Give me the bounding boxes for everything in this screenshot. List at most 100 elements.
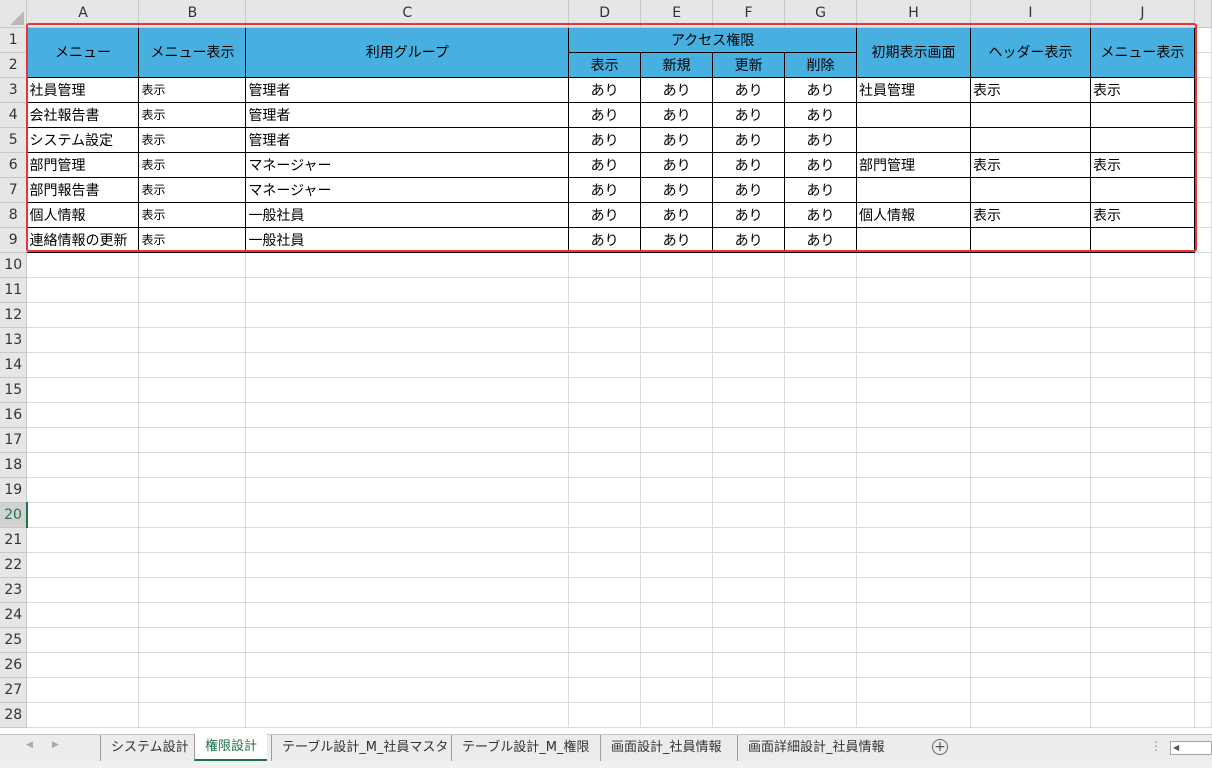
cell[interactable] [712, 327, 786, 353]
cell[interactable] [856, 627, 971, 653]
cell[interactable] [784, 377, 858, 403]
cell-initial-screen[interactable]: 部門管理 [856, 152, 971, 178]
cell[interactable] [784, 302, 858, 328]
cell[interactable] [1194, 477, 1212, 503]
cell[interactable] [1194, 277, 1212, 303]
cell[interactable] [138, 277, 247, 303]
cell[interactable] [26, 527, 140, 553]
sheet-tab[interactable]: テーブル設計_M_社員マスタ [271, 735, 458, 761]
row-header[interactable]: 17 [0, 427, 28, 453]
cell-group[interactable]: 一般社員 [245, 227, 570, 253]
row-header[interactable]: 9 [0, 227, 28, 253]
cell[interactable] [712, 677, 786, 703]
column-header-g[interactable]: G [784, 0, 858, 28]
cell-group[interactable]: マネージャー [245, 177, 570, 203]
cell[interactable] [26, 477, 140, 503]
row-header[interactable]: 26 [0, 652, 28, 678]
cell-menu[interactable]: 部門管理 [26, 152, 140, 178]
column-header-a[interactable]: A [26, 0, 140, 28]
cell[interactable] [784, 477, 858, 503]
cell[interactable] [856, 352, 971, 378]
cell[interactable] [640, 627, 714, 653]
cell[interactable] [245, 602, 570, 628]
row-header[interactable]: 18 [0, 452, 28, 478]
cell-access-update[interactable]: あり [712, 202, 786, 228]
cell[interactable] [26, 377, 140, 403]
cell-access-delete[interactable]: あり [784, 77, 858, 103]
cell[interactable] [856, 252, 971, 278]
cell-menu-display[interactable]: 表示 [138, 152, 247, 178]
cell[interactable] [568, 302, 642, 328]
cell[interactable] [640, 652, 714, 678]
cell[interactable] [1090, 427, 1195, 453]
cell-menu-display-2[interactable] [1089, 177, 1195, 203]
cell[interactable] [568, 427, 642, 453]
cell-access-update[interactable]: あり [712, 227, 786, 253]
cell[interactable] [784, 627, 858, 653]
cell[interactable] [245, 702, 570, 728]
cell[interactable] [640, 477, 714, 503]
cell[interactable] [138, 477, 247, 503]
cell-header-display[interactable] [969, 177, 1091, 203]
cell[interactable] [245, 652, 570, 678]
row-header[interactable]: 13 [0, 327, 28, 353]
cell[interactable] [568, 552, 642, 578]
cell-menu-display-2[interactable] [1089, 227, 1195, 253]
cell-menu-display[interactable]: 表示 [138, 227, 247, 253]
cell-menu-display-2[interactable] [1089, 102, 1195, 128]
cell[interactable] [1090, 652, 1195, 678]
row-header[interactable]: 11 [0, 277, 28, 303]
cell[interactable] [138, 252, 247, 278]
cell[interactable] [784, 652, 858, 678]
cell[interactable] [712, 427, 786, 453]
cell[interactable] [1194, 202, 1212, 228]
column-header-j[interactable]: J [1090, 0, 1195, 28]
cell[interactable] [784, 527, 858, 553]
cell[interactable] [640, 702, 714, 728]
cell-menu-display-2[interactable]: 表示 [1089, 202, 1195, 228]
horizontal-scrollbar[interactable]: ◀ [1170, 741, 1212, 755]
cell[interactable] [1194, 652, 1212, 678]
cell[interactable] [1090, 302, 1195, 328]
cell[interactable] [712, 627, 786, 653]
cell[interactable] [1090, 477, 1195, 503]
cell-access-update[interactable]: あり [712, 177, 786, 203]
column-header-e[interactable]: E [640, 0, 714, 28]
cell[interactable] [245, 552, 570, 578]
cell[interactable] [245, 527, 570, 553]
cell[interactable] [712, 302, 786, 328]
cell-access-delete[interactable]: あり [784, 202, 858, 228]
column-header-h[interactable]: H [856, 0, 971, 28]
cell[interactable] [1090, 677, 1195, 703]
cell[interactable] [1194, 627, 1212, 653]
cell[interactable] [138, 602, 247, 628]
cell[interactable] [712, 477, 786, 503]
cell-header-display[interactable]: 表示 [969, 202, 1091, 228]
cell[interactable] [1194, 552, 1212, 578]
cell[interactable] [138, 502, 247, 528]
sheet-tab[interactable]: 画面詳細設計_社員情報 [737, 735, 895, 761]
cell[interactable] [856, 577, 971, 603]
spreadsheet-grid[interactable]: A B C D E F G H I J 1 メニュー メニュー表示 利用グループ… [0, 0, 1212, 728]
column-header-i[interactable]: I [970, 0, 1091, 28]
cell-access-delete[interactable]: あり [784, 102, 858, 128]
row-header[interactable]: 20 [0, 502, 28, 528]
cell-access-delete[interactable]: あり [784, 227, 858, 253]
cell[interactable] [856, 277, 971, 303]
cell[interactable] [970, 377, 1091, 403]
header-access-update[interactable]: 更新 [712, 51, 786, 78]
cell[interactable] [138, 577, 247, 603]
cell[interactable] [568, 252, 642, 278]
cell[interactable] [138, 327, 247, 353]
cell[interactable] [640, 677, 714, 703]
cell-menu-display-2[interactable]: 表示 [1089, 152, 1195, 178]
cell[interactable] [784, 577, 858, 603]
cell-access-view[interactable]: あり [568, 177, 642, 203]
cell[interactable] [1194, 677, 1212, 703]
cell[interactable] [1194, 27, 1212, 53]
row-header[interactable]: 10 [0, 252, 28, 278]
cell-access-update[interactable]: あり [712, 152, 786, 178]
header-menu-display-2[interactable]: メニュー表示 [1089, 26, 1195, 78]
cell-access-create[interactable]: あり [640, 202, 714, 228]
cell-access-view[interactable]: あり [568, 102, 642, 128]
